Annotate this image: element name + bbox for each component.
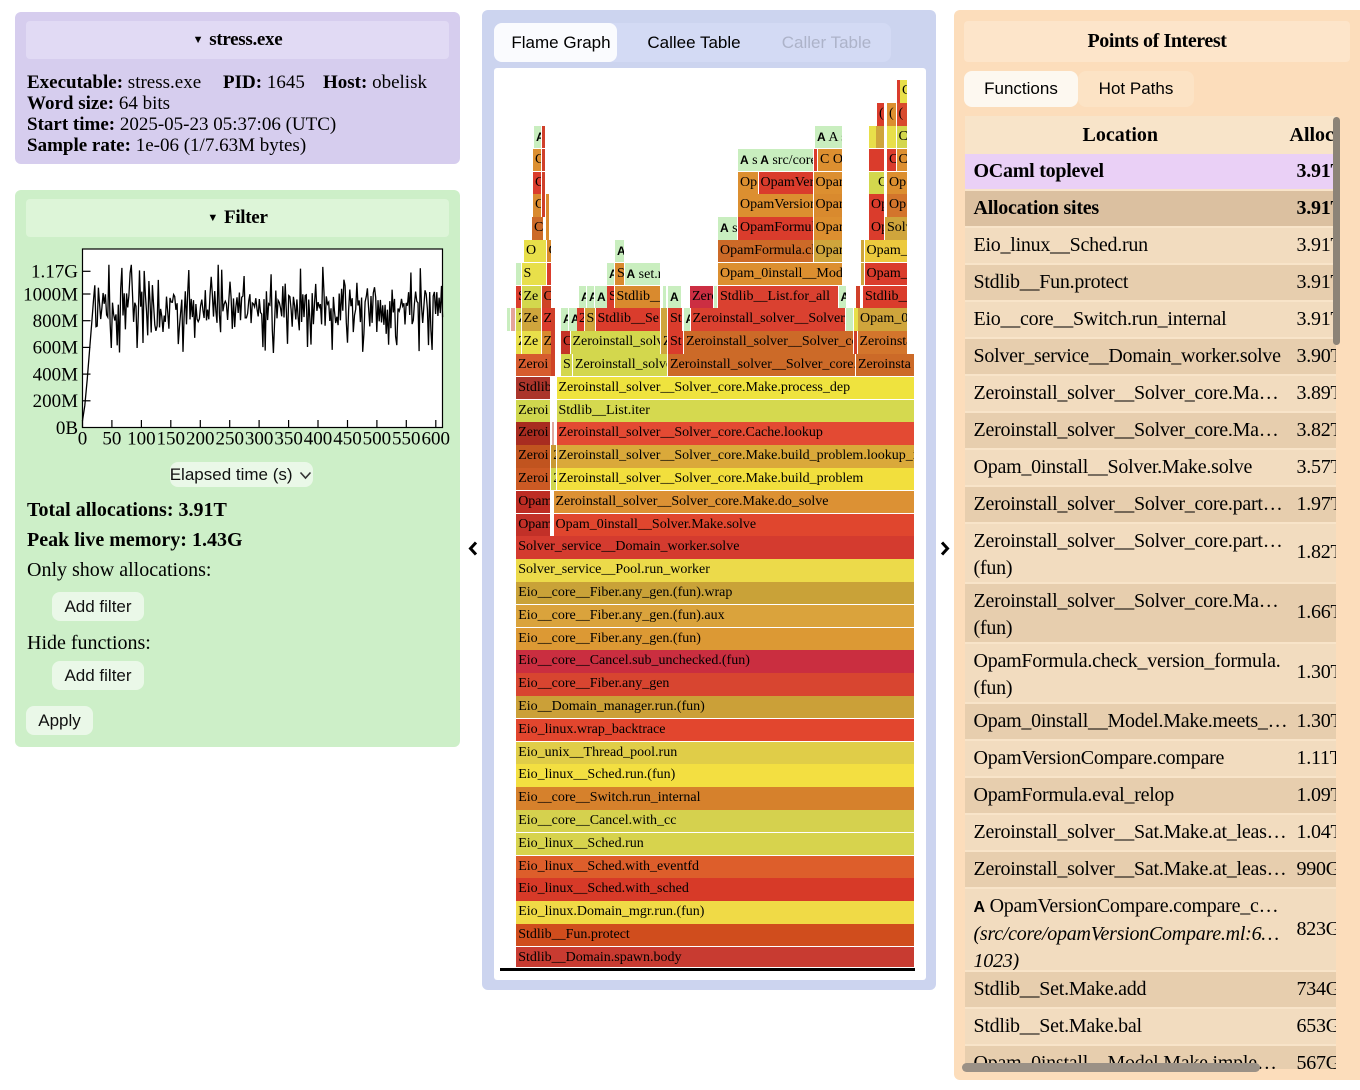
svg-text:300: 300 [245,429,274,450]
svg-text:350: 350 [274,429,303,450]
svg-text:600M: 600M [33,338,79,359]
svg-text:400: 400 [304,429,333,450]
svg-text:550: 550 [392,429,421,450]
svg-text:1000M: 1000M [23,284,78,305]
svg-text:50: 50 [102,429,121,450]
svg-text:1.17G: 1.17G [31,262,78,283]
svg-text:150: 150 [157,429,186,450]
svg-text:800M: 800M [33,311,79,332]
svg-text:500: 500 [363,429,392,450]
svg-text:450: 450 [333,429,362,450]
svg-text:600: 600 [422,429,451,450]
svg-text:200M: 200M [33,391,79,412]
svg-text:400M: 400M [33,364,79,385]
svg-text:100: 100 [127,429,156,450]
svg-text:0B: 0B [56,418,78,439]
svg-text:0: 0 [78,429,88,450]
svg-text:250: 250 [215,429,244,450]
svg-text:200: 200 [186,429,215,450]
